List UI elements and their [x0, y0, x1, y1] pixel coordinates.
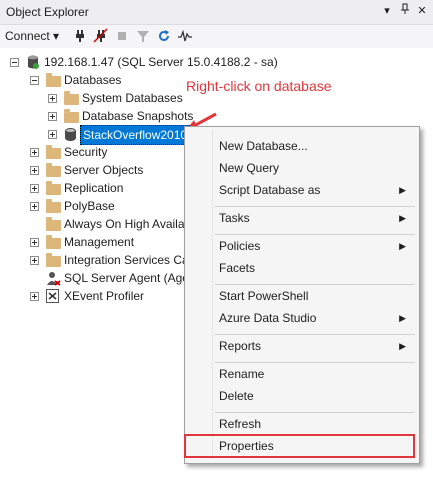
menu-item-reports[interactable]: Reports ▶	[185, 335, 417, 357]
window-position-dropdown-icon[interactable]: ▾	[380, 3, 394, 19]
tree-node-label: Management	[64, 235, 135, 249]
sql-agent-icon	[45, 271, 61, 286]
tree-node-label: Server Objects	[64, 163, 144, 177]
filter-icon[interactable]	[135, 28, 151, 44]
folder-icon	[46, 235, 61, 249]
menu-item-label: Rename	[219, 367, 265, 381]
tree-node-label: 192.168.1.47 (SQL Server 15.0.4188.2 - s…	[44, 55, 278, 69]
menu-item-start-powershell[interactable]: Start PowerShell	[185, 285, 417, 307]
annotation-text: Right-click on database	[186, 78, 332, 94]
expand-toggle[interactable]	[48, 112, 57, 121]
menu-item-delete[interactable]: Delete	[185, 385, 417, 407]
tree-node-label: XEvent Profiler	[64, 289, 145, 303]
menu-item-label: Delete	[219, 389, 254, 403]
expand-toggle[interactable]	[48, 94, 57, 103]
expand-toggle[interactable]	[30, 238, 39, 247]
folder-icon	[46, 181, 61, 195]
tree-node-label: Database Snapshots	[82, 109, 194, 123]
tree-node-label: System Databases	[82, 91, 183, 105]
submenu-arrow-icon: ▶	[399, 213, 406, 223]
menu-item-tasks[interactable]: Tasks ▶	[185, 207, 417, 229]
menu-item-facets[interactable]: Facets	[185, 257, 417, 279]
disconnect-plug-icon[interactable]	[93, 28, 109, 44]
object-explorer-titlebar: Object Explorer ▾ ✕	[0, 0, 433, 25]
expand-toggle[interactable]	[30, 256, 39, 265]
folder-icon	[46, 199, 61, 213]
expand-toggle[interactable]	[30, 184, 39, 193]
stop-icon[interactable]	[114, 28, 130, 44]
submenu-arrow-icon: ▶	[399, 341, 406, 351]
connect-dropdown-button[interactable]: Connect ▾	[5, 29, 59, 43]
expand-toggle[interactable]	[30, 202, 39, 211]
server-icon	[26, 54, 40, 69]
object-explorer-toolbar: Connect ▾	[0, 25, 433, 48]
tree-node-label: PolyBase	[64, 199, 115, 213]
collapse-toggle[interactable]	[30, 76, 39, 85]
menu-item-rename[interactable]: Rename	[185, 363, 417, 385]
tree-node-label: SQL Server Agent (Age	[64, 271, 189, 285]
tree-node-label: Security	[64, 145, 108, 159]
submenu-arrow-icon: ▶	[399, 313, 406, 323]
menu-item-script-database-as[interactable]: Script Database as ▶	[185, 179, 417, 201]
refresh-icon[interactable]	[156, 28, 172, 44]
folder-icon	[46, 163, 61, 177]
menu-item-label: Script Database as	[219, 183, 321, 197]
collapse-toggle[interactable]	[10, 58, 19, 67]
menu-item-label: Start PowerShell	[219, 289, 309, 303]
tree-node-label: Databases	[64, 73, 122, 87]
menu-item-label: Policies	[219, 239, 261, 253]
folder-icon	[46, 253, 61, 267]
menu-item-new-database[interactable]: New Database...	[185, 135, 417, 157]
properties-highlight-box	[184, 434, 415, 458]
folder-icon	[64, 91, 79, 105]
menu-item-azure-data-studio[interactable]: Azure Data Studio ▶	[185, 307, 417, 329]
submenu-arrow-icon: ▶	[399, 241, 406, 251]
database-context-menu: New Database... New Query Script Databas…	[184, 126, 420, 464]
expand-toggle[interactable]	[30, 166, 39, 175]
tree-node-label: Always On High Availa	[64, 217, 185, 231]
menu-item-label: Reports	[219, 339, 262, 353]
menu-item-label: Facets	[219, 261, 256, 275]
folder-icon	[46, 73, 61, 87]
tree-node-label: Replication	[64, 181, 124, 195]
menu-item-policies[interactable]: Policies ▶	[185, 235, 417, 257]
auto-hide-pin-icon[interactable]	[398, 3, 412, 19]
menu-item-refresh[interactable]: Refresh	[185, 413, 417, 435]
connect-plug-icon[interactable]	[72, 28, 88, 44]
tree-node-label: Integration Services Ca	[64, 253, 189, 267]
menu-item-label: Azure Data Studio	[219, 311, 317, 325]
expand-toggle[interactable]	[30, 292, 39, 301]
expand-toggle[interactable]	[30, 148, 39, 157]
menu-item-new-query[interactable]: New Query	[185, 157, 417, 179]
folder-icon	[46, 145, 61, 159]
menu-item-label: Tasks	[219, 211, 250, 225]
folder-icon	[46, 217, 61, 231]
menu-item-label: Refresh	[219, 417, 262, 431]
close-icon[interactable]: ✕	[415, 3, 429, 19]
tree-node-label: StackOverflow2010	[80, 125, 191, 145]
activity-monitor-icon[interactable]	[177, 28, 193, 44]
menu-item-label: New Database...	[219, 139, 308, 153]
xevent-profiler-icon	[46, 289, 59, 303]
submenu-arrow-icon: ▶	[399, 185, 406, 195]
database-icon	[65, 128, 76, 141]
menu-item-label: New Query	[219, 161, 280, 175]
window-title: Object Explorer	[6, 5, 89, 19]
expand-toggle[interactable]	[48, 130, 57, 139]
folder-icon	[64, 109, 79, 123]
